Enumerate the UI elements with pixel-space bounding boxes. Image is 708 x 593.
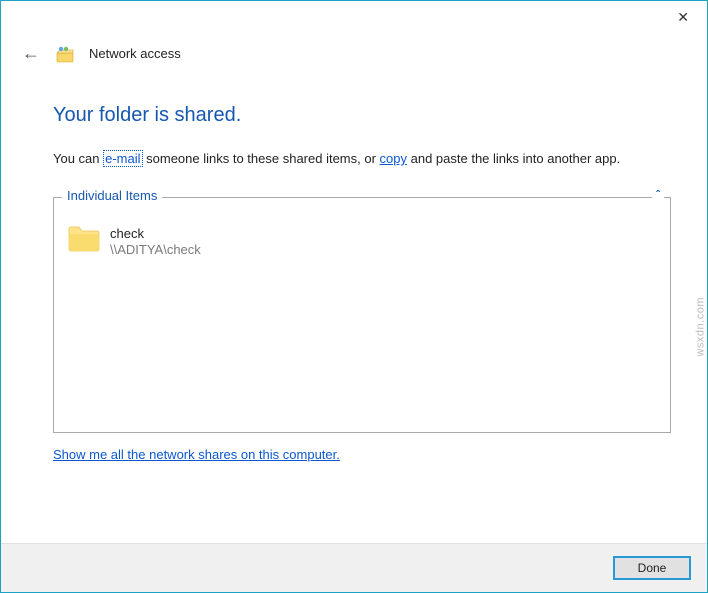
email-link[interactable]: e-mail — [103, 150, 142, 167]
shared-item-row[interactable]: check \\ADITYA\check — [66, 218, 658, 260]
network-access-icon — [55, 44, 75, 64]
content-area: Your folder is shared. You can e-mail so… — [1, 68, 707, 543]
individual-items-group: Individual Items ˆ check \\ADITYA\check — [53, 197, 671, 433]
desc-pre: You can — [53, 151, 103, 166]
titlebar: ✕ — [1, 1, 707, 33]
page-heading: Your folder is shared. — [53, 104, 671, 127]
folder-icon — [68, 224, 100, 252]
group-legend: Individual Items — [62, 188, 162, 203]
footer-bar: Done — [1, 543, 707, 592]
description-text: You can e-mail someone links to these sh… — [53, 149, 671, 169]
item-text: check \\ADITYA\check — [110, 224, 201, 260]
collapse-caret-icon[interactable]: ˆ — [652, 188, 664, 202]
done-button[interactable]: Done — [613, 556, 691, 580]
back-arrow-icon[interactable]: ← — [21, 43, 41, 64]
header-row: ← Network access — [1, 33, 707, 68]
close-icon[interactable]: ✕ — [677, 9, 689, 26]
desc-post: and paste the links into another app. — [407, 151, 620, 166]
desc-mid: someone links to these shared items, or — [143, 151, 380, 166]
header-title: Network access — [89, 46, 181, 61]
show-all-shares-link[interactable]: Show me all the network shares on this c… — [53, 447, 671, 462]
copy-link[interactable]: copy — [380, 151, 407, 166]
item-path: \\ADITYA\check — [110, 242, 201, 259]
item-name: check — [110, 226, 201, 243]
